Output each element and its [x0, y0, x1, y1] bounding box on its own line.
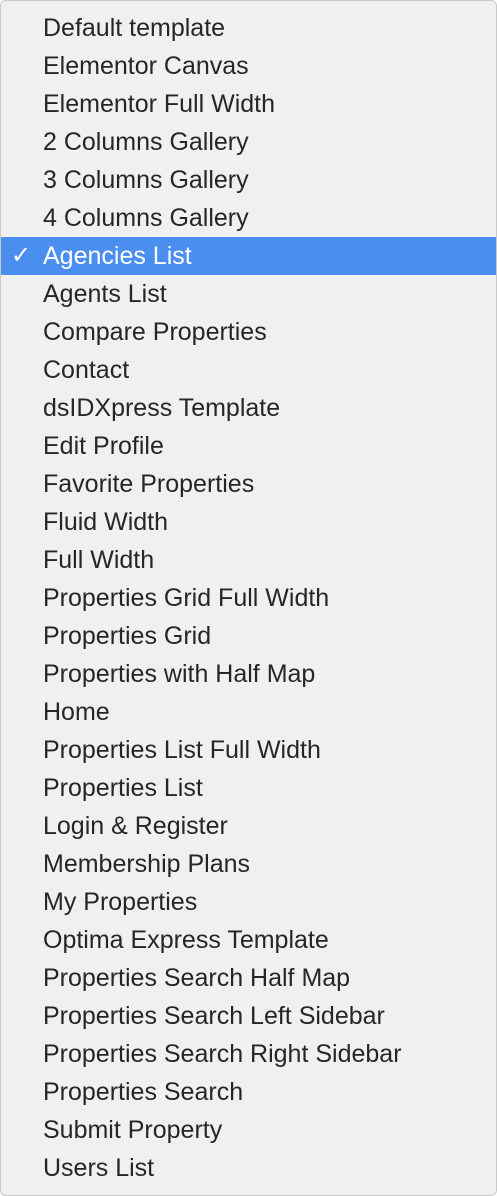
menu-item-label: 2 Columns Gallery — [43, 128, 249, 156]
menu-item-properties-list-full-width[interactable]: Properties List Full Width — [1, 731, 496, 769]
menu-item-elementor-canvas[interactable]: Elementor Canvas — [1, 47, 496, 85]
menu-item-label: Default template — [43, 14, 226, 42]
menu-item-4-columns-gallery[interactable]: 4 Columns Gallery — [1, 199, 496, 237]
menu-item-edit-profile[interactable]: Edit Profile — [1, 427, 496, 465]
menu-item-label: 3 Columns Gallery — [43, 166, 249, 194]
menu-item-properties-search-left-sidebar[interactable]: Properties Search Left Sidebar — [1, 997, 496, 1035]
menu-item-label: Optima Express Template — [43, 926, 329, 954]
menu-item-label: Properties Grid Full Width — [43, 584, 330, 612]
menu-item-label: My Properties — [43, 888, 198, 916]
menu-item-properties-search-right-sidebar[interactable]: Properties Search Right Sidebar — [1, 1035, 496, 1073]
menu-item-login-register[interactable]: Login & Register — [1, 807, 496, 845]
menu-item-label: Elementor Full Width — [43, 90, 276, 118]
menu-item-label: Properties List Full Width — [43, 736, 321, 764]
menu-item-contact[interactable]: Contact — [1, 351, 496, 389]
menu-item-label: Properties Grid — [43, 622, 212, 650]
menu-item-label: Agents List — [43, 280, 167, 308]
menu-item-label: Properties Search — [43, 1078, 244, 1106]
menu-item-label: Compare Properties — [43, 318, 267, 346]
menu-item-label: 4 Columns Gallery — [43, 204, 249, 232]
menu-item-2-columns-gallery[interactable]: 2 Columns Gallery — [1, 123, 496, 161]
menu-item-fluid-width[interactable]: Fluid Width — [1, 503, 496, 541]
menu-item-compare-properties[interactable]: Compare Properties — [1, 313, 496, 351]
menu-item-label: Properties Search Right Sidebar — [43, 1040, 402, 1068]
template-dropdown-menu: Default template Elementor Canvas Elemen… — [0, 0, 497, 1196]
menu-item-label: Elementor Canvas — [43, 52, 249, 80]
menu-item-properties-list[interactable]: Properties List — [1, 769, 496, 807]
menu-item-my-properties[interactable]: My Properties — [1, 883, 496, 921]
menu-item-home[interactable]: Home — [1, 693, 496, 731]
menu-item-label: Full Width — [43, 546, 155, 574]
menu-item-label: Properties List — [43, 774, 203, 802]
menu-item-3-columns-gallery[interactable]: 3 Columns Gallery — [1, 161, 496, 199]
menu-item-properties-with-half-map[interactable]: Properties with Half Map — [1, 655, 496, 693]
menu-item-label: Membership Plans — [43, 850, 251, 878]
menu-item-label: Submit Property — [43, 1116, 223, 1144]
menu-item-label: Favorite Properties — [43, 470, 255, 498]
menu-item-agents-list[interactable]: Agents List — [1, 275, 496, 313]
menu-item-submit-property[interactable]: Submit Property — [1, 1111, 496, 1149]
template-options-list: Default template Elementor Canvas Elemen… — [1, 9, 496, 1187]
menu-item-label: Properties with Half Map — [43, 660, 316, 688]
menu-item-favorite-properties[interactable]: Favorite Properties — [1, 465, 496, 503]
menu-item-label: Login & Register — [43, 812, 228, 840]
menu-item-default-template[interactable]: Default template — [1, 9, 496, 47]
menu-item-label: Contact — [43, 356, 130, 384]
menu-item-optima-express-template[interactable]: Optima Express Template — [1, 921, 496, 959]
menu-item-label: Properties Search Half Map — [43, 964, 351, 992]
menu-item-users-list[interactable]: Users List — [1, 1149, 496, 1187]
menu-item-label: Fluid Width — [43, 508, 169, 536]
menu-item-full-width[interactable]: Full Width — [1, 541, 496, 579]
checkmark-icon: ✓ — [11, 242, 32, 269]
menu-item-properties-grid[interactable]: Properties Grid — [1, 617, 496, 655]
menu-item-elementor-full-width[interactable]: Elementor Full Width — [1, 85, 496, 123]
menu-item-dsidxpress-template[interactable]: dsIDXpress Template — [1, 389, 496, 427]
menu-item-label: Home — [43, 698, 110, 726]
menu-item-properties-grid-full-width[interactable]: Properties Grid Full Width — [1, 579, 496, 617]
menu-item-label: dsIDXpress Template — [43, 394, 281, 422]
menu-item-properties-search-half-map[interactable]: Properties Search Half Map — [1, 959, 496, 997]
menu-item-label: Edit Profile — [43, 432, 164, 460]
menu-item-label: Agencies List — [43, 242, 192, 270]
menu-item-agencies-list[interactable]: ✓ Agencies List — [1, 237, 496, 275]
menu-item-membership-plans[interactable]: Membership Plans — [1, 845, 496, 883]
menu-item-label: Users List — [43, 1154, 155, 1182]
menu-item-label: Properties Search Left Sidebar — [43, 1002, 385, 1030]
menu-item-properties-search[interactable]: Properties Search — [1, 1073, 496, 1111]
